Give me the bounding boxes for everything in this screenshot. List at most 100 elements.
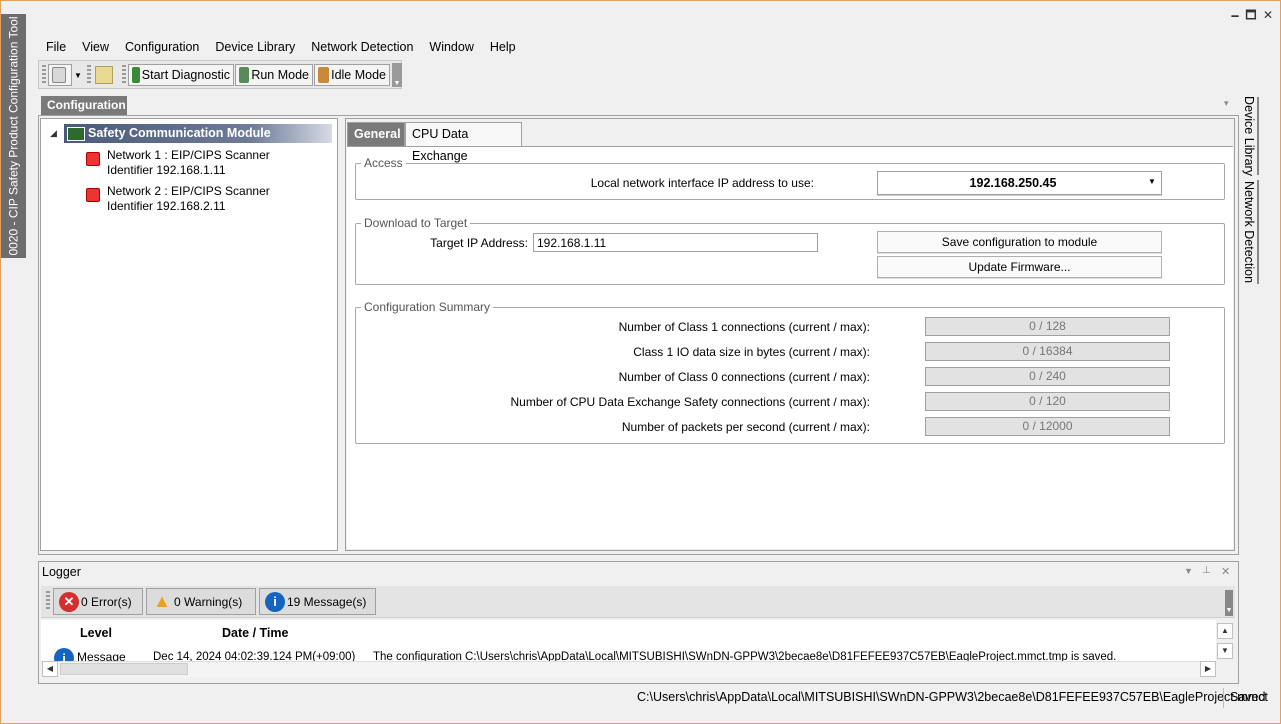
chevron-down-icon[interactable]: ▼ bbox=[74, 71, 82, 80]
menu-configuration[interactable]: Configuration bbox=[125, 40, 207, 54]
save-button[interactable] bbox=[48, 64, 72, 86]
menu-view[interactable]: View bbox=[82, 40, 117, 54]
toolbar-grip[interactable] bbox=[42, 65, 46, 85]
logger-grip[interactable] bbox=[46, 591, 50, 611]
menu-bar: File View Configuration Device Library N… bbox=[46, 40, 532, 54]
module-icon bbox=[67, 127, 85, 141]
scroll-down-icon[interactable]: ▼ bbox=[1217, 643, 1233, 659]
error-icon: ✕ bbox=[59, 591, 79, 612]
scroll-left-icon[interactable]: ◀ bbox=[42, 661, 58, 677]
tree-root-item[interactable]: Safety Communication Module bbox=[64, 124, 332, 143]
network-icon bbox=[86, 188, 100, 202]
menu-device-library[interactable]: Device Library bbox=[215, 40, 303, 54]
summary-value: 0 / 240 bbox=[925, 367, 1170, 386]
column-datetime[interactable]: Date / Time bbox=[222, 626, 288, 640]
ip-interface-label: Local network interface IP address to us… bbox=[590, 176, 814, 190]
target-ip-input[interactable] bbox=[533, 233, 818, 252]
tab-configuration[interactable]: Configuration bbox=[41, 96, 127, 115]
messages-filter-button[interactable]: i 19 Message(s) bbox=[259, 588, 376, 615]
start-diagnostic-label: Start Diagnostic bbox=[141, 68, 230, 82]
table-row[interactable]: i Message Dec 14, 2024 04:02:39.124 PM(+… bbox=[41, 646, 1216, 662]
status-path: C:\Users\chris\AppData\Local\MITSUBISHI\… bbox=[637, 690, 1268, 704]
diagnostic-icon bbox=[132, 67, 140, 83]
access-group-title: Access bbox=[361, 156, 406, 170]
run-mode-label: Run Mode bbox=[251, 68, 309, 82]
scrollbar-thumb[interactable] bbox=[60, 663, 188, 675]
start-diagnostic-button[interactable]: Start Diagnostic bbox=[128, 64, 234, 86]
ip-interface-value: 192.168.250.45 bbox=[969, 176, 1057, 190]
save-icon bbox=[52, 67, 66, 83]
info-icon: i bbox=[54, 648, 74, 662]
tab-cpu-data-exchange[interactable]: CPU Data Exchange bbox=[405, 122, 522, 163]
horizontal-scrollbar[interactable] bbox=[41, 661, 1216, 677]
toolbar: ▼ Start Diagnostic Run Mode Idle Mode ▼ bbox=[38, 60, 402, 89]
pin-icon[interactable]: ⊥ bbox=[1202, 565, 1211, 576]
summary-value: 0 / 120 bbox=[925, 392, 1170, 411]
errors-filter-button[interactable]: ✕ 0 Error(s) bbox=[53, 588, 143, 615]
warning-icon: ▲ bbox=[153, 591, 171, 611]
warnings-filter-button[interactable]: ▲ 0 Warning(s) bbox=[146, 588, 256, 615]
device-library-label: Device Library bbox=[1242, 96, 1257, 176]
save-configuration-button[interactable]: Save configuration to module bbox=[877, 231, 1162, 253]
ip-interface-select[interactable]: 192.168.250.45 ▼ bbox=[877, 171, 1162, 195]
summary-value: 0 / 16384 bbox=[925, 342, 1170, 361]
app-title: 0020 - CIP Safety Product Configuration … bbox=[6, 16, 21, 256]
logger-table: Level Date / Time i Message Dec 14, 2024… bbox=[41, 620, 1216, 662]
toolbar-grip[interactable] bbox=[122, 65, 126, 85]
tree-item-label: Network 1 : EIP/CIPS Scanner bbox=[107, 148, 270, 162]
errors-count: 0 Error(s) bbox=[81, 594, 132, 609]
menu-file[interactable]: File bbox=[46, 40, 74, 54]
toolbar-overflow-button[interactable]: ▼ bbox=[392, 63, 402, 87]
summary-label: Number of Class 1 connections (current /… bbox=[618, 320, 870, 334]
minimize-icon[interactable]: 🗕 bbox=[1228, 8, 1242, 22]
run-mode-button[interactable]: Run Mode bbox=[235, 64, 313, 86]
tab-network-detection[interactable]: Network Detection bbox=[1241, 180, 1259, 284]
toolbar-grip[interactable] bbox=[87, 65, 91, 85]
tree-item-identifier: Identifier 192.168.2.11 bbox=[107, 199, 226, 213]
menu-help[interactable]: Help bbox=[490, 40, 524, 54]
tree-item-network-1[interactable]: Network 1 : EIP/CIPS Scanner Identifier … bbox=[86, 148, 270, 178]
logger-title: Logger bbox=[42, 565, 81, 579]
close-icon[interactable]: ✕ bbox=[1221, 565, 1230, 578]
summary-label: Number of Class 0 connections (current /… bbox=[618, 370, 870, 384]
summary-label: Number of CPU Data Exchange Safety conne… bbox=[510, 395, 871, 409]
network-detection-label: Network Detection bbox=[1242, 180, 1256, 284]
app-title-vertical-tab: 0020 - CIP Safety Product Configuration … bbox=[1, 14, 26, 258]
summary-value: 0 / 12000 bbox=[925, 417, 1170, 436]
idle-mode-icon bbox=[318, 67, 330, 83]
pane-menu-icon[interactable]: ▾ bbox=[1224, 98, 1229, 109]
info-icon: i bbox=[265, 591, 285, 612]
idle-mode-label: Idle Mode bbox=[331, 68, 386, 82]
warnings-count: 0 Warning(s) bbox=[174, 594, 243, 609]
summary-value: 0 / 128 bbox=[925, 317, 1170, 336]
download-group-title: Download to Target bbox=[361, 216, 471, 230]
summary-label: Number of packets per second (current / … bbox=[621, 420, 870, 434]
scroll-right-icon[interactable]: ▶ bbox=[1200, 661, 1216, 677]
summary-group-title: Configuration Summary bbox=[361, 300, 494, 314]
scroll-up-icon[interactable]: ▲ bbox=[1217, 623, 1233, 639]
menu-network-detection[interactable]: Network Detection bbox=[311, 40, 421, 54]
idle-mode-button[interactable]: Idle Mode bbox=[314, 64, 390, 86]
tree-item-identifier: Identifier 192.168.1.11 bbox=[107, 163, 226, 177]
open-project-icon[interactable] bbox=[95, 66, 113, 84]
tree-item-network-2[interactable]: Network 2 : EIP/CIPS Scanner Identifier … bbox=[86, 184, 270, 214]
chevron-down-icon: ▼ bbox=[1148, 177, 1156, 186]
summary-label: Class 1 IO data size in bytes (current /… bbox=[633, 345, 870, 359]
tab-general[interactable]: General bbox=[347, 122, 405, 146]
menu-window[interactable]: Window bbox=[429, 40, 481, 54]
close-icon[interactable]: ✕ bbox=[1261, 8, 1275, 22]
maximize-icon[interactable]: 🗖 bbox=[1244, 8, 1258, 22]
logger-overflow-button[interactable]: ▼ bbox=[1225, 590, 1233, 616]
tree-collapse-icon[interactable]: ◢ bbox=[50, 128, 57, 139]
messages-count: 19 Message(s) bbox=[287, 594, 367, 609]
network-icon bbox=[86, 152, 100, 166]
logger-menu-icon[interactable]: ▼ bbox=[1184, 566, 1193, 576]
tab-device-library[interactable]: Device Library bbox=[1241, 96, 1259, 176]
tree-item-label: Network 2 : EIP/CIPS Scanner bbox=[107, 184, 270, 198]
run-mode-icon bbox=[239, 67, 250, 83]
update-firmware-button[interactable]: Update Firmware... bbox=[877, 256, 1162, 278]
column-level[interactable]: Level bbox=[80, 626, 112, 640]
status-saved: Saved bbox=[1230, 690, 1266, 704]
status-divider bbox=[1223, 688, 1224, 708]
target-ip-label: Target IP Address: bbox=[430, 236, 528, 250]
